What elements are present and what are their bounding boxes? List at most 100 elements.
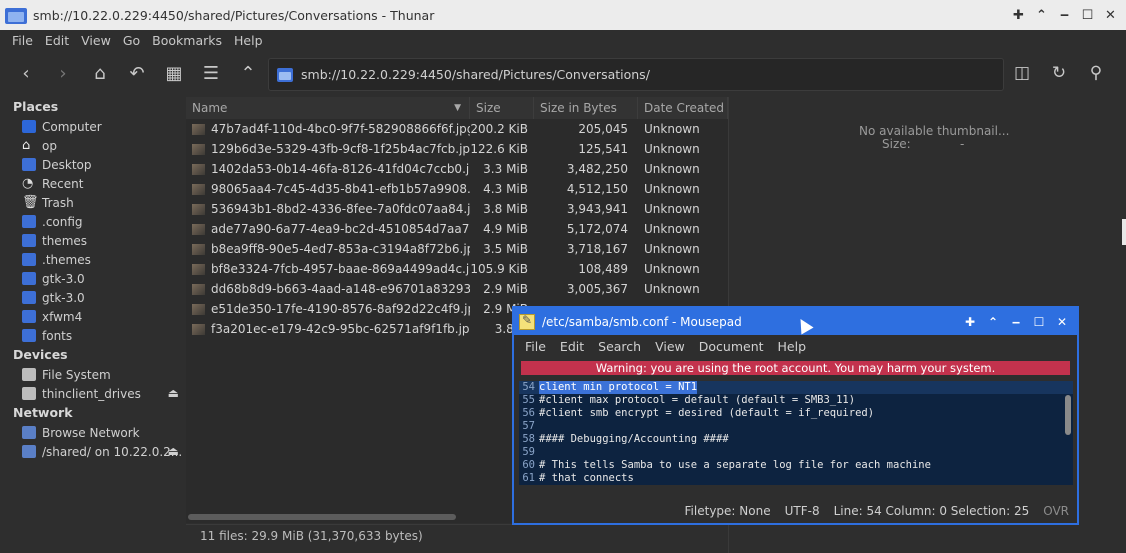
pin-icon[interactable]: ✚ — [1009, 6, 1028, 25]
code-line[interactable]: 58 #### Debugging/Accounting #### — [519, 433, 1073, 446]
shade-icon[interactable]: ⌃ — [1032, 6, 1051, 25]
vertical-scrollbar[interactable] — [1065, 395, 1071, 435]
sidebar-item-themes[interactable]: themes — [0, 231, 185, 250]
filetype-status[interactable]: Filetype: None — [685, 504, 771, 518]
sidebar-item-recent[interactable]: ◔ Recent — [0, 174, 185, 193]
close-button[interactable]: ✕ — [1053, 313, 1071, 331]
menu-bookmarks[interactable]: Bookmarks — [152, 33, 222, 48]
sidebar-item-xfwm4[interactable]: xfwm4 — [0, 307, 185, 326]
location-bar[interactable]: smb://10.22.0.229:4450/shared/Pictures/C… — [268, 58, 1004, 91]
list-view-icon[interactable]: ☰ — [199, 62, 223, 86]
overwrite-mode-status: OVR — [1043, 504, 1069, 518]
table-row[interactable]: ade77a90-6a77-4ea9-bc2d-4510854d7aa7.jpg… — [186, 219, 728, 239]
file-name: f3a201ec-e179-42c9-95bc-62571af9f1fb.jpg — [186, 322, 470, 336]
mousepad-title: /etc/samba/smb.conf - Mousepad — [542, 314, 742, 329]
pin-icon[interactable]: ✚ — [961, 313, 979, 331]
back-icon[interactable]: ‹ — [14, 62, 38, 86]
sidebar-item-home[interactable]: ⌂ op — [0, 136, 185, 155]
close-button[interactable]: ✕ — [1101, 6, 1120, 25]
sidebar-item-config[interactable]: .config — [0, 212, 185, 231]
horizontal-scrollbar[interactable] — [188, 514, 456, 520]
code-line[interactable]: 55 #client max protocol = default (defaul… — [519, 394, 1073, 407]
menu-view[interactable]: View — [81, 33, 111, 48]
code-line[interactable]: 57 — [519, 420, 1073, 433]
table-row[interactable]: 129b6d3e-5329-43fb-9cf8-1f25b4ac7fcb.jpg… — [186, 139, 728, 159]
file-size-bytes: 205,045 — [578, 122, 628, 136]
sidebar-item-trash[interactable]: 🗑 Trash — [0, 193, 185, 212]
table-row[interactable]: bf8e3324-7fcb-4957-baae-869a4499ad4c.jpg… — [186, 259, 728, 279]
table-row[interactable]: b8ea9ff8-90e5-4ed7-853a-c3194a8f72b6.jpg… — [186, 239, 728, 259]
code-line[interactable]: 61 # that connects — [519, 472, 1073, 485]
menu-go[interactable]: Go — [123, 33, 140, 48]
sidebar-item-gtk3-a[interactable]: gtk-3.0 — [0, 269, 185, 288]
code-line[interactable]: 60 # This tells Samba to use a separate l… — [519, 459, 1073, 472]
mp-menu-search[interactable]: Search — [598, 339, 641, 354]
code-line[interactable]: 59 — [519, 446, 1073, 459]
line-text: # This tells Samba to use a separate log… — [539, 459, 931, 471]
forward-icon[interactable]: › — [51, 62, 75, 86]
mp-menu-document[interactable]: Document — [699, 339, 764, 354]
trash-icon: 🗑 — [22, 195, 39, 210]
code-line[interactable]: 56 #client smb encrypt = desired (default… — [519, 407, 1073, 420]
line-text: #client smb encrypt = desired (default =… — [539, 407, 875, 419]
eject-icon[interactable]: ⏏ — [168, 386, 179, 400]
split-view-icon[interactable]: ◫ — [1011, 62, 1033, 84]
menu-file[interactable]: File — [12, 33, 33, 48]
column-size-bytes[interactable]: Size in Bytes — [534, 97, 638, 119]
parent-folder-icon[interactable]: ⌃ — [236, 62, 260, 86]
line-number: 55 — [522, 394, 535, 406]
file-size: 122.6 KiB — [470, 142, 528, 156]
mousepad-menubar: File Edit Search View Document Help — [514, 335, 1077, 357]
icon-view-icon[interactable]: ▦ — [162, 62, 186, 86]
search-icon[interactable]: ⚲ — [1085, 62, 1107, 84]
sidebar-item-fonts[interactable]: fonts — [0, 326, 185, 345]
reload-icon[interactable]: ↻ — [1048, 62, 1070, 84]
sidebar-item-computer[interactable]: Computer — [0, 117, 185, 136]
table-row[interactable]: 1402da53-0b14-46fa-8126-41fd04c7ccb0.jpg… — [186, 159, 728, 179]
column-date-created[interactable]: Date Created — [638, 97, 728, 119]
mp-menu-file[interactable]: File — [525, 339, 546, 354]
minimize-button[interactable]: ‒ — [1055, 6, 1074, 25]
file-date-created: Unknown — [644, 142, 700, 156]
shade-icon[interactable]: ⌃ — [984, 313, 1002, 331]
maximize-button[interactable]: ☐ — [1030, 313, 1048, 331]
menu-help[interactable]: Help — [234, 33, 263, 48]
sidebar-item-dot-themes[interactable]: .themes — [0, 250, 185, 269]
sidebar-item-browse-network[interactable]: Browse Network — [0, 423, 185, 442]
network-icon — [22, 445, 36, 458]
clock-icon: ◔ — [22, 176, 34, 191]
sidebar-item-desktop[interactable]: Desktop — [0, 155, 185, 174]
minimize-button[interactable]: ‒ — [1007, 313, 1025, 331]
sidebar-item-gtk3-b[interactable]: gtk-3.0 — [0, 288, 185, 307]
code-line[interactable]: 54 client min protocol = NT1 — [519, 381, 1073, 394]
sidebar-item-thinclient[interactable]: thinclient_drives ⏏ — [0, 384, 185, 403]
code-lines: 54 client min protocol = NT1 55 #client max… — [519, 381, 1073, 485]
table-row[interactable]: 536943b1-8bd2-4336-8fee-7a0fdc07aa84.jpg… — [186, 199, 728, 219]
column-size[interactable]: Size — [470, 97, 534, 119]
eject-icon[interactable]: ⏏ — [168, 444, 179, 458]
sidebar-item-filesystem[interactable]: File System — [0, 365, 185, 384]
thunar-titlebar[interactable]: smb://10.22.0.229:4450/shared/Pictures/C… — [0, 0, 1126, 30]
file-name: bf8e3324-7fcb-4957-baae-869a4499ad4c.jpg — [186, 262, 470, 276]
file-size-bytes: 125,541 — [578, 142, 628, 156]
column-name[interactable]: Name ▼ — [186, 97, 470, 119]
table-row[interactable]: 98065aa4-7c45-4d35-8b41-efb1b57a9908.jpg… — [186, 179, 728, 199]
image-thumbnail-icon — [192, 223, 205, 235]
file-size: 4.9 MiB — [483, 222, 528, 236]
encoding-status[interactable]: UTF-8 — [785, 504, 820, 518]
maximize-button[interactable]: ☐ — [1078, 6, 1097, 25]
mp-menu-edit[interactable]: Edit — [560, 339, 584, 354]
mp-menu-view[interactable]: View — [655, 339, 685, 354]
image-thumbnail-icon — [192, 183, 205, 195]
mp-menu-help[interactable]: Help — [778, 339, 807, 354]
table-row[interactable]: dd68b8d9-b663-4aad-a148-e96701a83293.jpg… — [186, 279, 728, 299]
folder-icon — [5, 5, 27, 25]
folder-icon — [22, 272, 36, 285]
text-editor[interactable]: 54 client min protocol = NT1 55 #client max… — [519, 381, 1073, 485]
undo-icon[interactable]: ↶ — [125, 62, 149, 86]
menu-edit[interactable]: Edit — [45, 33, 69, 48]
sidebar-item-smb-share[interactable]: /shared/ on 10.22.0.2... ⏏ — [0, 442, 185, 461]
table-row[interactable]: 47b7ad4f-110d-4bc0-9f7f-582908866f6f.jpg… — [186, 119, 728, 139]
home-icon[interactable]: ⌂ — [88, 62, 112, 86]
folder-icon — [22, 329, 36, 342]
